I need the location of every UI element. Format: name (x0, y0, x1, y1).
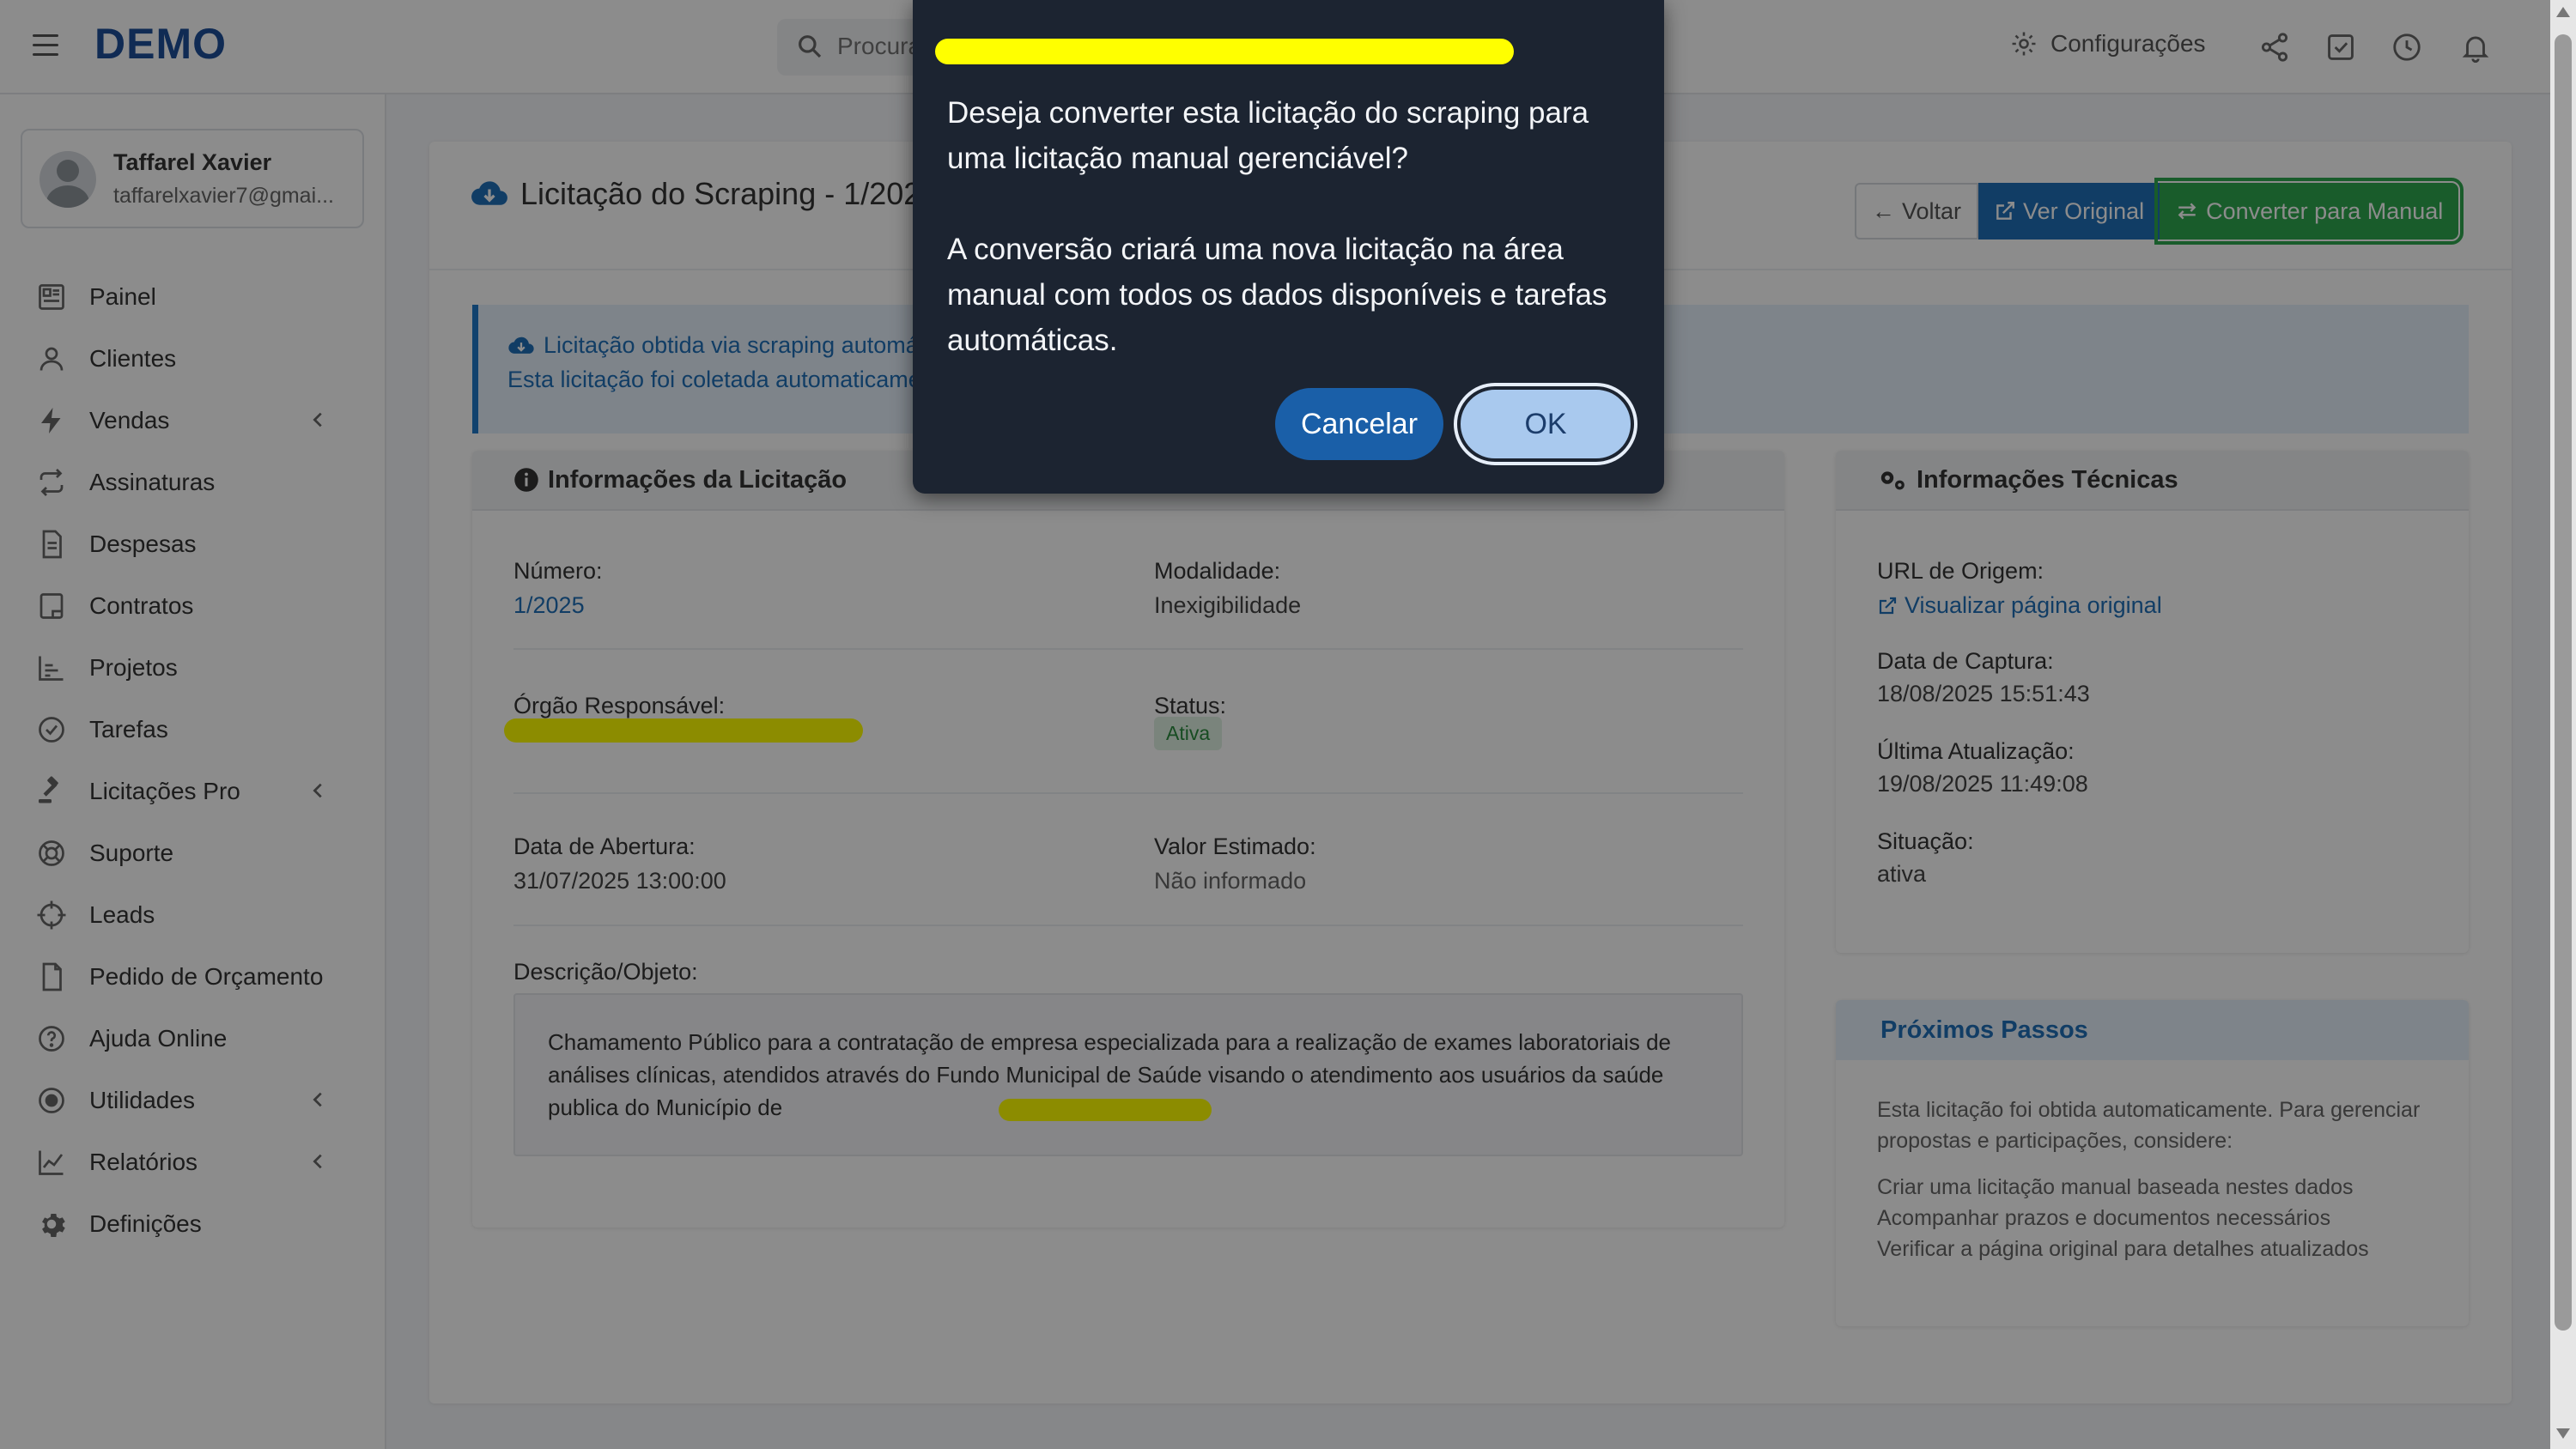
cancel-button[interactable]: Cancelar (1275, 388, 1443, 460)
scroll-down-icon[interactable] (2556, 1428, 2570, 1439)
redaction-highlight (935, 39, 1514, 64)
confirm-dialog: Deseja converter esta licitação do scrap… (913, 0, 1664, 494)
scroll-up-icon[interactable] (2556, 7, 2570, 17)
vertical-scrollbar[interactable] (2550, 0, 2576, 1449)
scrollbar-thumb[interactable] (2555, 34, 2572, 1331)
ok-button[interactable]: OK (1454, 383, 1637, 465)
dialog-note: A conversão criará uma nova licitação na… (947, 233, 1607, 357)
dialog-question: Deseja converter esta licitação do scrap… (947, 96, 1589, 175)
